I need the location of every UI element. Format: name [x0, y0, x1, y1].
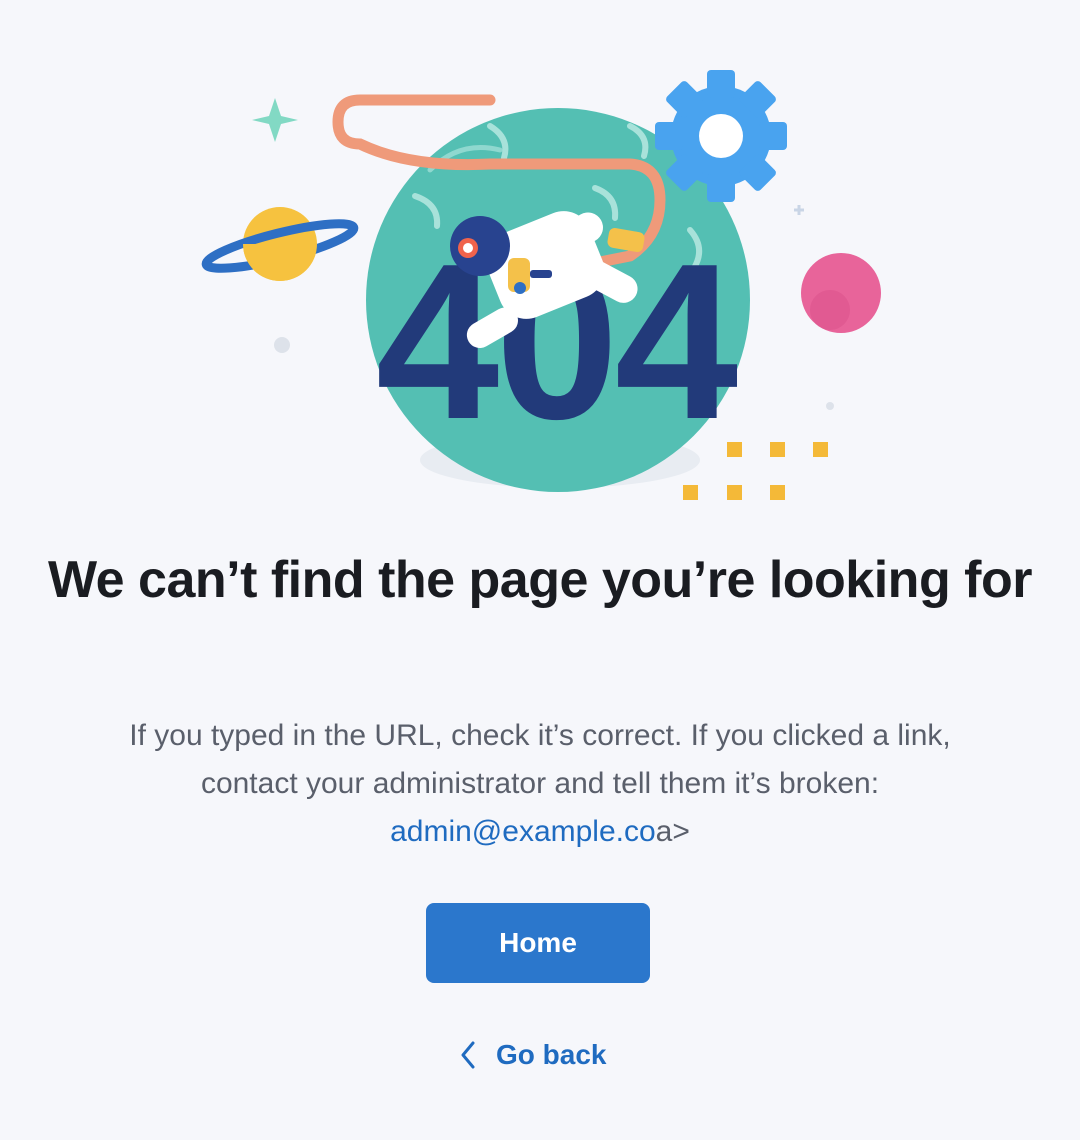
gear-icon [655, 70, 787, 202]
go-back-label: Go back [496, 1039, 607, 1070]
error-message: If you typed in the URL, check it’s corr… [40, 712, 1040, 856]
moon-icon [801, 253, 881, 333]
not-found-illustration: 404 [190, 60, 910, 520]
message-line-1: If you typed in the URL, check it’s corr… [129, 719, 951, 752]
plus-icon [794, 205, 804, 215]
home-button[interactable]: Home [426, 903, 650, 983]
dot-icon [274, 337, 290, 353]
page-title: We can’t find the page you’re looking fo… [48, 551, 1032, 609]
message-line-2: contact your administrator and tell them… [200, 767, 880, 800]
sparkle-icon [252, 98, 298, 142]
email-tail-text: a> [655, 815, 690, 848]
go-back-link[interactable]: Go back [460, 1030, 606, 1080]
message-email-line: admin@example.coa> [40, 808, 1040, 856]
chevron-left-icon [460, 1041, 476, 1069]
admin-email-link[interactable]: admin@example.co [390, 815, 656, 848]
planet-icon [201, 207, 359, 281]
dot-icon [826, 402, 834, 410]
